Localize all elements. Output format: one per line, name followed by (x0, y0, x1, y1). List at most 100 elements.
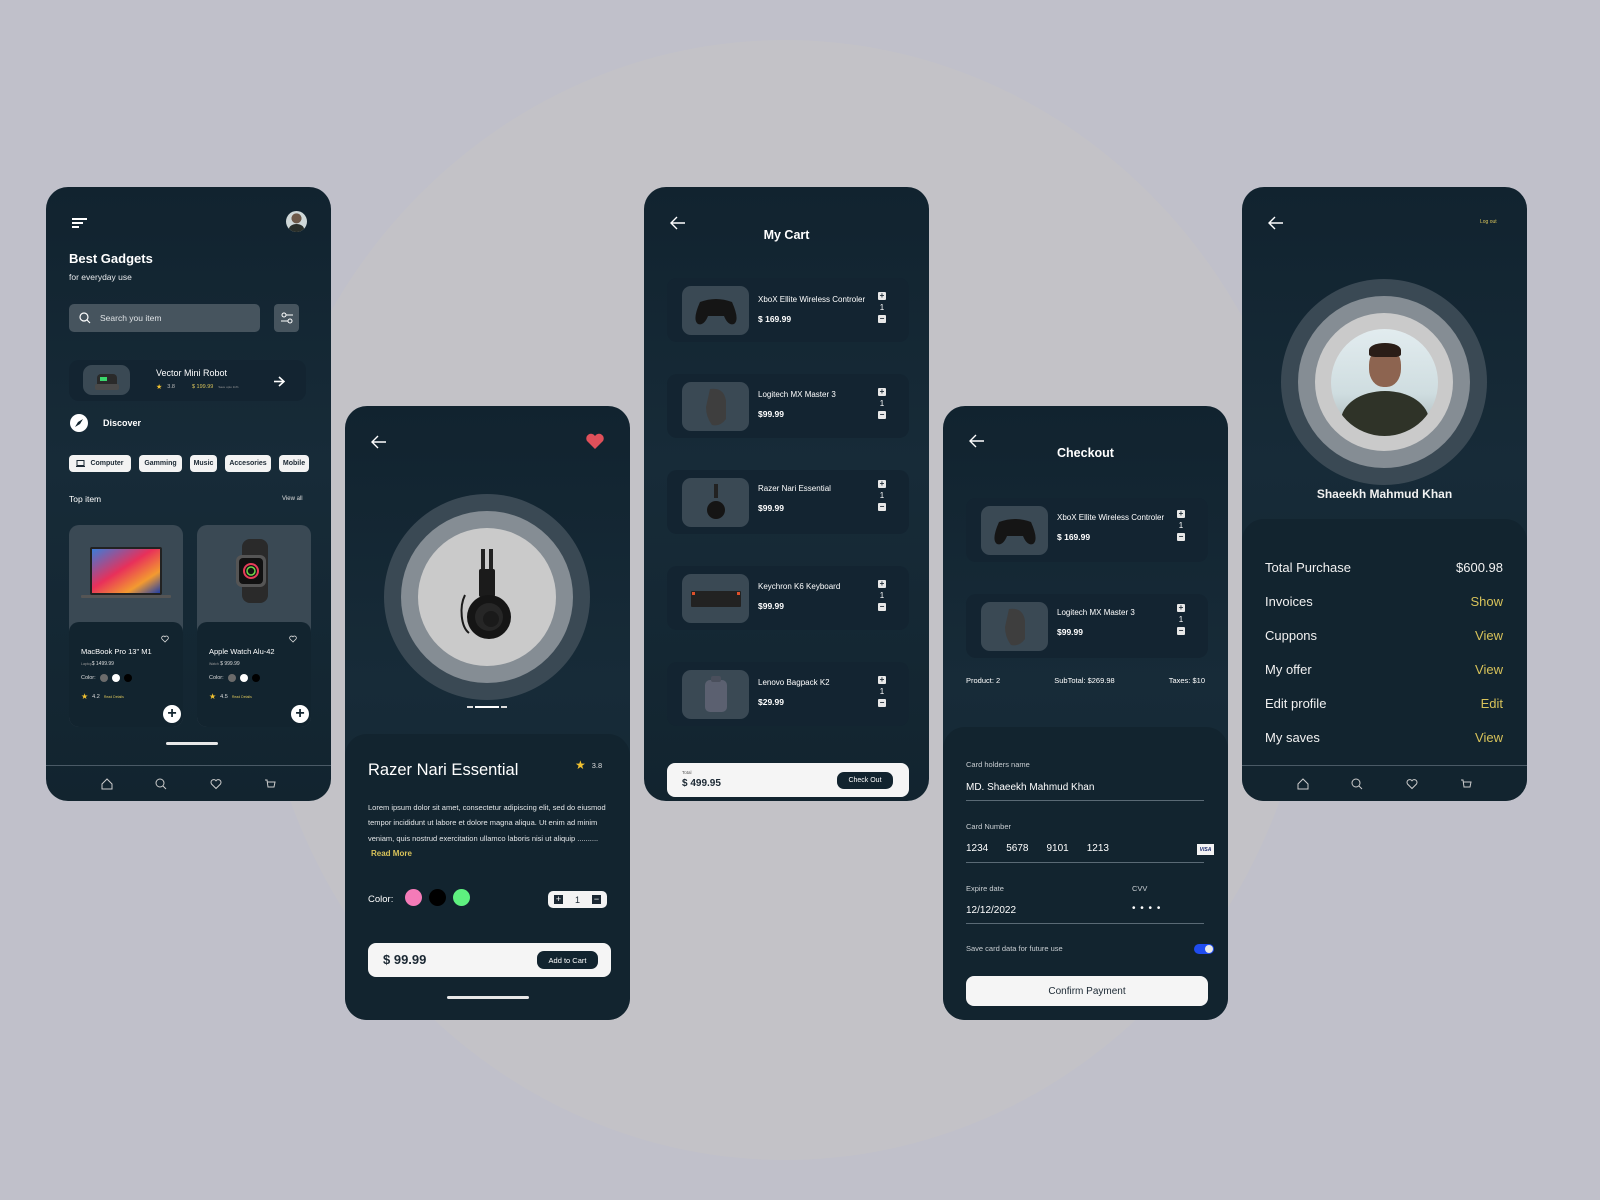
heart-icon[interactable] (289, 630, 297, 648)
add-to-cart-button[interactable]: Add to Cart (537, 951, 598, 969)
confirm-payment-button[interactable]: Confirm Payment (966, 976, 1208, 1006)
save-card-toggle[interactable] (1194, 944, 1214, 954)
search-icon[interactable] (153, 776, 169, 792)
color-swatch-black[interactable] (429, 889, 446, 906)
item-price: $ 169.99 (758, 314, 792, 324)
product-image-ring (384, 494, 590, 700)
item-name: XboX Ellite Wireless Controler (758, 295, 866, 304)
decrement-button[interactable]: − (878, 411, 886, 419)
menu-icon[interactable] (72, 216, 87, 234)
home-icon[interactable] (1295, 776, 1311, 792)
color-swatch-green[interactable] (453, 889, 470, 906)
increment-button[interactable]: + (1177, 604, 1185, 612)
increment-button[interactable]: + (878, 388, 886, 396)
cart-icon[interactable] (262, 776, 278, 792)
featured-meta: ★ 3.8 $ 199.99 Save upto 11% (156, 383, 239, 391)
add-button[interactable]: + (163, 705, 181, 723)
invoices-label: Invoices (1265, 594, 1313, 609)
color-swatch[interactable] (239, 674, 248, 682)
product-card[interactable]: Apple Watch Alu-42 Watch $ 999.99 Color:… (197, 525, 311, 727)
decrement-button[interactable]: − (591, 895, 601, 904)
my-saves-view-link[interactable]: View (1475, 730, 1503, 745)
card-holder-input[interactable]: MD. Shaeekh Mahmud Khan (966, 782, 1205, 793)
product-name: Apple Watch Alu-42 (209, 647, 275, 656)
invoices-show-link[interactable]: Show (1470, 594, 1503, 609)
cuppons-view-link[interactable]: View (1475, 628, 1503, 643)
increment-button[interactable]: + (1177, 510, 1185, 518)
product-count: Product: 2 (966, 676, 1001, 685)
rating-value: 3.8 (591, 760, 603, 770)
increment-button[interactable]: + (553, 895, 563, 904)
rating-line: ★ 4.2 Read Details (81, 692, 124, 701)
log-out-link[interactable]: Log out (1480, 219, 1497, 225)
subtotal: SubTotal: $269.98 (1054, 676, 1115, 685)
decrement-button[interactable]: − (878, 315, 886, 323)
read-more-link[interactable]: Read More (371, 849, 412, 858)
product-price: $ 1499.99 (91, 661, 114, 667)
increment-button[interactable]: + (878, 580, 886, 588)
add-button[interactable]: + (291, 705, 309, 723)
avatar[interactable] (286, 211, 307, 232)
read-details-link[interactable]: Read Details (104, 695, 124, 699)
card-holder-label: Card holders name (966, 760, 1030, 769)
product-description: Lorem ipsum dolor sit amet, consectetur … (368, 803, 606, 858)
quantity-stepper: +1 − (877, 388, 887, 419)
category-mobile[interactable]: Mobile (279, 455, 309, 472)
decrement-button[interactable]: − (878, 699, 886, 707)
decrement-button[interactable]: − (1177, 627, 1185, 635)
item-name: Lenovo Bagpack K2 (758, 678, 830, 687)
home-indicator (447, 996, 529, 999)
expire-input[interactable]: 12/12/2022 (966, 905, 1016, 916)
back-arrow-icon[interactable] (371, 435, 387, 454)
color-swatch[interactable] (227, 674, 236, 682)
star-icon: ★ (575, 758, 586, 772)
filter-button[interactable] (274, 304, 299, 332)
my-offer-view-link[interactable]: View (1475, 662, 1503, 677)
laptop-icon (76, 460, 86, 467)
increment-button[interactable]: + (878, 292, 886, 300)
decrement-button[interactable]: − (878, 603, 886, 611)
image-pager (467, 706, 507, 708)
increment-button[interactable]: + (878, 676, 886, 684)
product-card[interactable]: MacBook Pro 13" M1 Laptop$ 1499.99 Color… (69, 525, 183, 727)
color-swatch[interactable] (99, 674, 108, 682)
category-computer[interactable]: Computer (69, 455, 131, 472)
quantity-value: 1 (879, 591, 885, 600)
category-music[interactable]: Music (190, 455, 217, 472)
arrow-right-icon[interactable] (273, 374, 286, 392)
color-swatch[interactable] (111, 674, 120, 682)
color-swatch[interactable] (123, 674, 132, 682)
item-price: $ 169.99 (1057, 532, 1091, 542)
cart-icon[interactable] (1458, 776, 1474, 792)
home-icon[interactable] (99, 776, 115, 792)
search-icon (79, 312, 91, 324)
decrement-button[interactable]: − (1177, 533, 1185, 541)
edit-profile-link[interactable]: Edit (1481, 696, 1503, 711)
heart-icon[interactable] (161, 630, 169, 648)
featured-card[interactable]: Vector Mini Robot ★ 3.8 $ 199.99 Save up… (69, 360, 306, 401)
heart-icon[interactable] (208, 776, 224, 792)
color-swatch-pink[interactable] (405, 889, 422, 906)
card-number-input[interactable]: 1234 5678 9101 1213 (966, 843, 1205, 854)
heart-icon[interactable] (1404, 776, 1420, 792)
decrement-button[interactable]: − (878, 503, 886, 511)
check-out-button[interactable]: Check Out (837, 772, 893, 789)
back-arrow-icon[interactable] (1268, 216, 1284, 235)
expire-label: Expire date (966, 884, 1004, 893)
read-details-link[interactable]: Read Details (232, 695, 252, 699)
quantity-stepper: +1 − (1176, 604, 1186, 635)
view-all-link[interactable]: View all (282, 496, 303, 502)
price-bar: $ 99.99 Add to Cart (368, 943, 611, 977)
search-input[interactable]: Search you item (69, 304, 260, 332)
color-swatch[interactable] (251, 674, 260, 682)
heart-filled-icon[interactable] (585, 432, 605, 455)
increment-button[interactable]: + (878, 480, 886, 488)
featured-note: Save upto 11% (218, 385, 239, 389)
product-detail-screen: Razer Nari Essential ★ 3.8 Lorem ipsum d… (345, 406, 630, 1020)
category-accesories[interactable]: Accesories (225, 455, 271, 472)
product-rating: 4.2 (92, 693, 100, 700)
cvv-input[interactable]: • • • • (1132, 903, 1161, 914)
search-icon[interactable] (1349, 776, 1365, 792)
category-gamming[interactable]: Gamming (139, 455, 182, 472)
my-saves-label: My saves (1265, 730, 1320, 745)
